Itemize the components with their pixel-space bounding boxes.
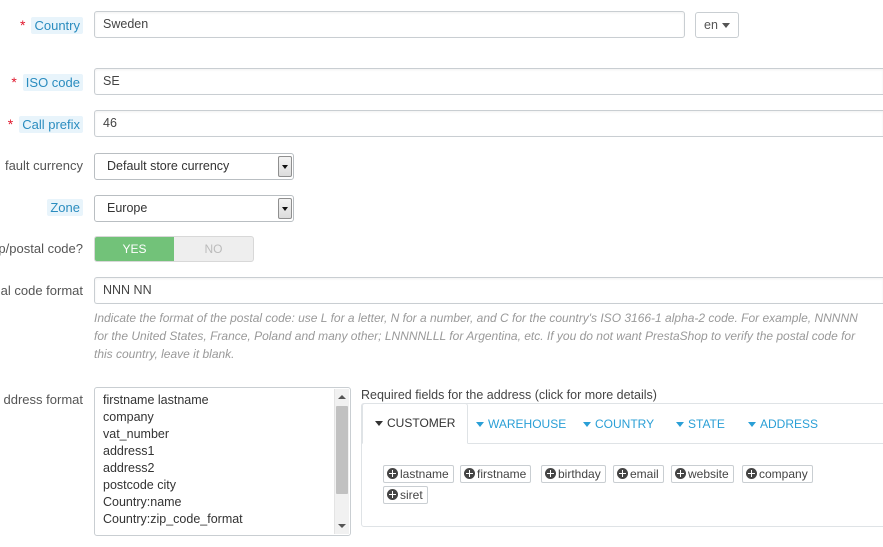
country-name-input[interactable]: Sweden [94, 11, 685, 38]
required-asterisk: * [11, 74, 17, 90]
need-zip-toggle[interactable]: YES NO [94, 236, 254, 262]
field-button-lastname[interactable]: lastname [383, 465, 454, 483]
address-format-lines: firstname lastname company vat_numberaddre… [103, 392, 243, 528]
address-format-line: company [103, 410, 154, 424]
caret-down-icon [676, 422, 684, 428]
call-prefix-label-text: Call prefix [19, 116, 83, 133]
iso-code-input[interactable]: SE [94, 68, 883, 95]
field-button-siret[interactable]: siret [383, 486, 428, 504]
plus-circle-icon [387, 489, 398, 500]
caret-down-icon [375, 421, 383, 427]
call-prefix-label: * Call prefix [8, 116, 83, 133]
scroll-thumb[interactable] [336, 406, 348, 494]
need-zip-label: p/postal code? [0, 241, 83, 256]
scroll-down-icon[interactable] [338, 524, 346, 528]
toggle-yes[interactable]: YES [95, 237, 174, 261]
iso-code-label-text: ISO code [22, 74, 83, 91]
default-currency-select[interactable]: Default store currency [94, 153, 294, 180]
required-fields-panel: CUSTOMER WAREHOUSE COUNTRY STATE ADDRESS… [361, 403, 883, 527]
tab-state[interactable]: STATE [676, 404, 725, 444]
address-format-line: address2 [103, 461, 155, 475]
tab-warehouse[interactable]: WAREHOUSE [476, 404, 566, 444]
dropdown-arrow-icon [278, 156, 292, 177]
plus-circle-icon [387, 468, 398, 479]
country-label-text: Country [31, 17, 83, 34]
dropdown-arrow-icon [278, 198, 292, 219]
textarea-scrollbar[interactable] [334, 389, 349, 534]
address-format-textarea[interactable]: firstname lastname company vat_numberaddre… [94, 387, 351, 536]
address-format-label: ddress format [3, 392, 83, 407]
zone-select[interactable]: Europe [94, 195, 294, 222]
address-format-line: Country:zip_code_format [103, 512, 243, 526]
iso-code-label: * ISO code [11, 74, 83, 91]
address-format-line: postcode city [103, 478, 176, 492]
field-button-email[interactable]: email [613, 465, 664, 483]
required-asterisk: * [7, 116, 14, 132]
plus-circle-icon [545, 468, 556, 479]
plus-circle-icon [746, 468, 757, 479]
zip-format-input[interactable]: NNN NN [94, 277, 883, 304]
required-fields-title: Required fields for the address (click f… [361, 388, 657, 402]
toggle-no[interactable]: NO [174, 237, 253, 261]
plus-circle-icon [675, 468, 686, 479]
field-button-website[interactable]: website [671, 465, 734, 483]
tab-address[interactable]: ADDRESS [748, 404, 818, 444]
chevron-down-icon [721, 23, 730, 29]
address-format-line: Country:name [103, 495, 182, 509]
zip-format-label: al code format [0, 283, 83, 298]
caret-down-icon [583, 422, 591, 428]
field-button-firstname[interactable]: firstname [460, 465, 532, 483]
caret-down-icon [748, 422, 756, 428]
zone-label-text: Zone [47, 199, 83, 216]
address-format-line: firstname lastname [103, 393, 209, 407]
field-button-birthday[interactable]: birthday [541, 465, 606, 483]
caret-down-icon [476, 422, 484, 428]
tab-country[interactable]: COUNTRY [583, 404, 654, 444]
language-dropdown[interactable]: en [695, 12, 739, 38]
country-label: * Country [20, 17, 83, 34]
tab-customer[interactable]: CUSTOMER [362, 403, 469, 444]
zone-label: Zone [47, 199, 83, 216]
plus-circle-icon [617, 468, 628, 479]
plus-circle-icon [464, 468, 475, 479]
field-button-company[interactable]: company [742, 465, 813, 483]
zip-format-help: Indicate the format of the postal code: … [94, 311, 858, 361]
required-asterisk: * [20, 17, 26, 33]
address-format-line: vat_number [103, 427, 170, 441]
default-currency-label: fault currency [4, 158, 83, 173]
address-format-line: address1 [103, 444, 155, 458]
call-prefix-input[interactable]: 46 [94, 110, 883, 137]
scroll-up-icon[interactable] [338, 395, 346, 399]
